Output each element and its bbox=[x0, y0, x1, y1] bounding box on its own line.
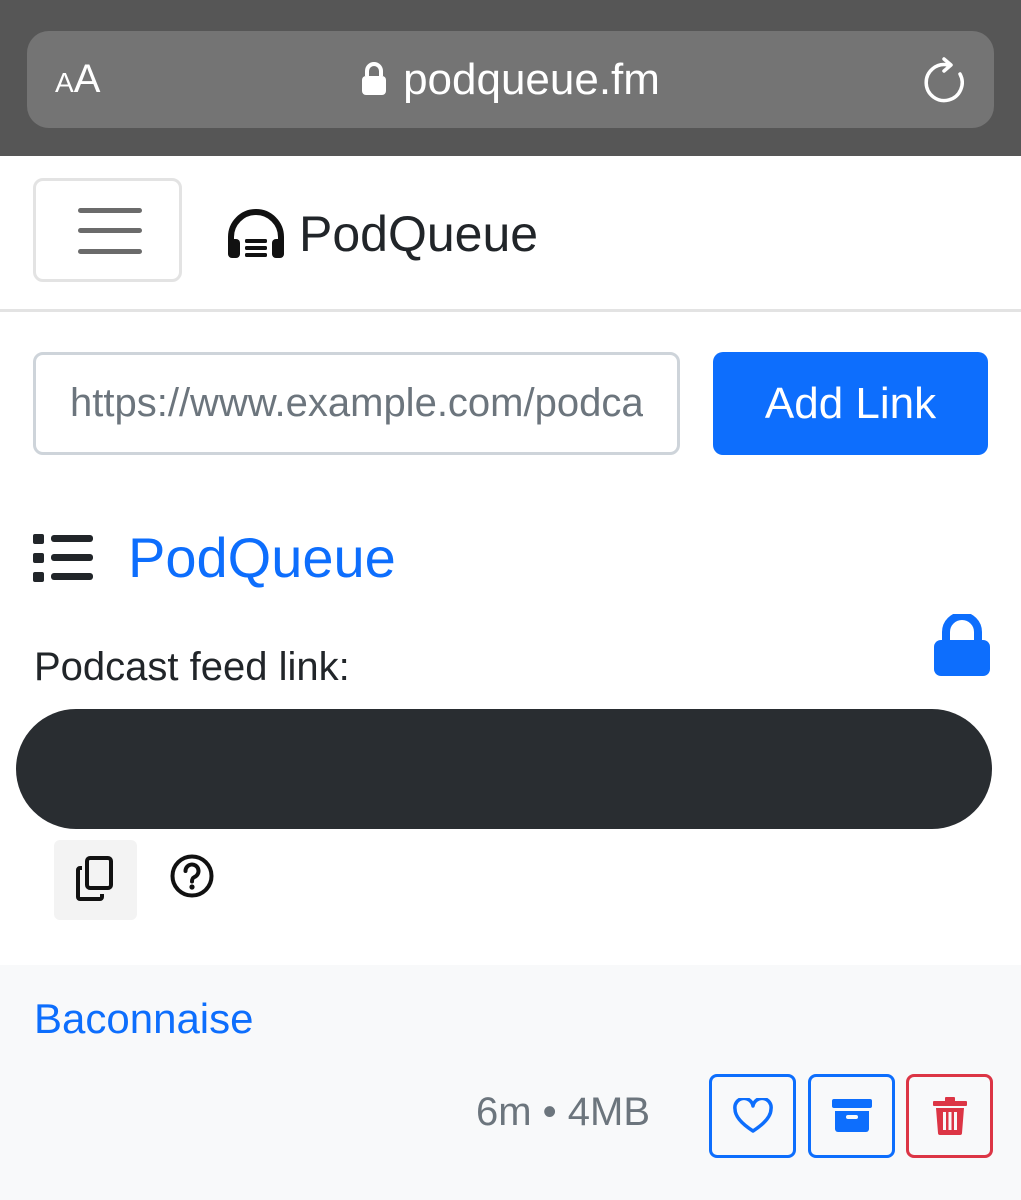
list-item: Baconnaise 6m • 4MB bbox=[0, 965, 1021, 1200]
lock-icon[interactable] bbox=[934, 614, 990, 676]
favorite-button[interactable] bbox=[709, 1074, 796, 1158]
feed-link-label: Podcast feed link: bbox=[34, 645, 350, 689]
list-icon bbox=[33, 533, 93, 582]
copy-feed-link-button[interactable] bbox=[54, 840, 137, 920]
menu-toggle-button[interactable] bbox=[33, 178, 182, 282]
copy-icon bbox=[76, 856, 113, 901]
episode-meta: 6m • 4MB bbox=[476, 1090, 651, 1134]
brand-link[interactable]: PodQueue bbox=[227, 204, 538, 264]
headphones-icon bbox=[228, 209, 284, 258]
lock-icon bbox=[362, 62, 387, 95]
episode-title[interactable]: Baconnaise bbox=[34, 995, 254, 1043]
archive-icon bbox=[831, 1099, 872, 1132]
podcast-url-input[interactable] bbox=[33, 352, 680, 455]
add-link-button[interactable]: Add Link bbox=[713, 352, 988, 455]
archive-button[interactable] bbox=[808, 1074, 895, 1158]
queue-title[interactable]: PodQueue bbox=[128, 525, 396, 590]
trash-icon bbox=[932, 1097, 967, 1135]
queue-header: PodQueue bbox=[33, 525, 396, 590]
hamburger-icon-line bbox=[78, 228, 142, 233]
url-text: podqueue.fm bbox=[403, 55, 660, 104]
heart-icon bbox=[732, 1098, 773, 1133]
browser-toolbar: AA podqueue.fm bbox=[0, 0, 1021, 156]
brand-name: PodQueue bbox=[299, 206, 539, 262]
delete-button[interactable] bbox=[906, 1074, 993, 1158]
redacted-feed-link bbox=[16, 709, 992, 829]
address-bar[interactable]: AA podqueue.fm bbox=[27, 31, 994, 128]
hamburger-icon bbox=[78, 208, 142, 213]
hamburger-icon-line bbox=[78, 249, 142, 254]
question-circle-icon[interactable] bbox=[169, 853, 215, 899]
reload-icon[interactable] bbox=[924, 57, 970, 107]
site-navbar: PodQueue bbox=[0, 156, 1021, 312]
